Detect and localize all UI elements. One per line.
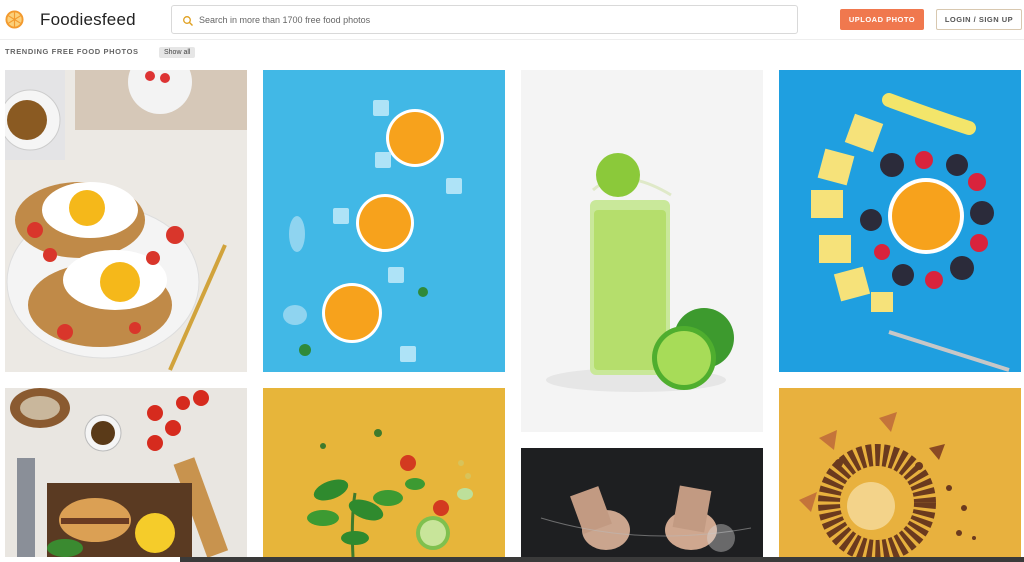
photo-lime-juice[interactable]	[521, 70, 763, 432]
upload-photo-button[interactable]: UPLOAD PHOTO	[840, 9, 924, 30]
show-all-button[interactable]: Show all	[159, 47, 196, 58]
orange-slice-logo-icon[interactable]	[5, 10, 24, 29]
search-input[interactable]	[199, 10, 789, 30]
photo-flour-hands[interactable]	[521, 448, 763, 557]
section-title: TRENDING FREE FOOD PHOTOS	[5, 47, 139, 56]
brand-name[interactable]: Foodiesfeed	[40, 10, 136, 30]
login-signup-button[interactable]: LOGIN / SIGN UP	[936, 9, 1022, 30]
photo-eggs-toast[interactable]	[5, 70, 247, 372]
photo-oranges-blue[interactable]	[263, 70, 505, 372]
search-bar[interactable]	[171, 5, 798, 34]
bottom-scroll-strip	[180, 557, 1024, 562]
photo-fruit-circle[interactable]	[779, 70, 1021, 372]
photo-burger-tray[interactable]	[5, 388, 247, 557]
search-icon	[182, 14, 194, 26]
photo-basil-yellow[interactable]	[263, 388, 505, 557]
photo-coffee-beans[interactable]	[779, 388, 1021, 557]
top-navbar: Foodiesfeed UPLOAD PHOTO LOGIN / SIGN UP	[0, 0, 1024, 40]
